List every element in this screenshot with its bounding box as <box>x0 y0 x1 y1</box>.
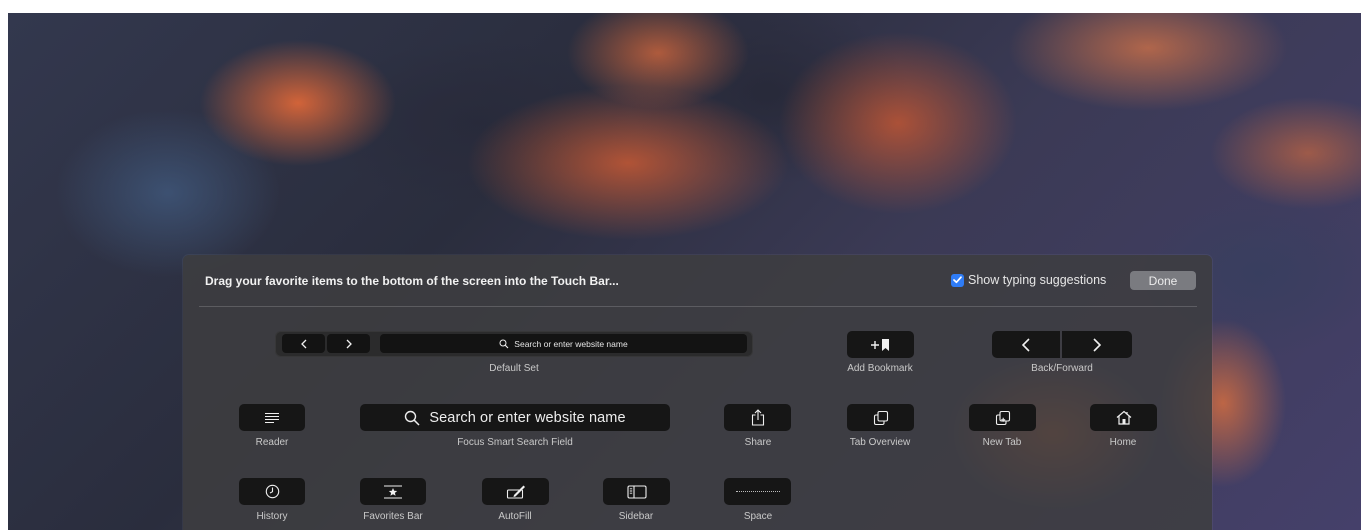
checkmark-icon <box>951 273 964 287</box>
history-label: History <box>256 511 288 522</box>
share-item[interactable] <box>724 404 791 431</box>
home-label: Home <box>1109 437 1137 448</box>
home-icon <box>1116 410 1131 425</box>
space-icon <box>735 491 780 492</box>
chevron-right-icon <box>1093 337 1101 352</box>
share-icon <box>751 409 764 426</box>
default-set-label: Default Set <box>489 363 539 374</box>
instruction-text: Drag your favorite items to the bottom o… <box>205 274 619 288</box>
touch-bar-customization-panel: Drag your favorite items to the bottom o… <box>183 255 1212 530</box>
autofill-icon <box>506 485 525 499</box>
forward-item[interactable] <box>1062 331 1132 358</box>
desktop-background: Drag your favorite items to the bottom o… <box>8 13 1361 530</box>
tab-overview-item[interactable] <box>847 404 914 431</box>
show-typing-suggestions-label: Show typing suggestions <box>968 273 1107 287</box>
back-forward-label: Back/Forward <box>1031 363 1093 374</box>
focus-smart-search-field-item[interactable]: Search or enter website name <box>360 404 670 431</box>
add-bookmark-label: Add Bookmark <box>847 363 913 374</box>
default-set-search-field: Search or enter website name <box>380 334 747 353</box>
new-tab-icon <box>995 410 1010 425</box>
reader-label: Reader <box>255 437 289 448</box>
chevron-right-icon <box>346 339 352 348</box>
favorites-bar-label: Favorites Bar <box>363 511 423 522</box>
divider <box>199 306 1197 307</box>
default-set-back-key <box>282 334 325 353</box>
space-item[interactable] <box>724 478 791 505</box>
search-icon <box>499 339 509 348</box>
autofill-label: AutoFill <box>498 511 532 522</box>
focus-search-placeholder: Search or enter website name <box>429 409 626 426</box>
sidebar-icon <box>626 484 647 499</box>
tab-overview-label: Tab Overview <box>849 437 911 448</box>
reader-icon <box>265 412 279 423</box>
share-label: Share <box>744 437 772 448</box>
default-set-search-placeholder: Search or enter website name <box>514 338 628 349</box>
done-button[interactable]: Done <box>1130 271 1196 290</box>
history-item[interactable] <box>239 478 305 505</box>
sidebar-label: Sidebar <box>618 511 654 522</box>
default-set-strip[interactable]: Search or enter website name <box>275 331 753 357</box>
autofill-item[interactable] <box>482 478 549 505</box>
add-bookmark-icon <box>870 338 889 351</box>
chevron-left-icon <box>300 339 306 348</box>
clock-icon <box>265 484 279 499</box>
favorites-bar-icon <box>384 484 402 499</box>
tab-overview-icon <box>873 410 888 425</box>
new-tab-item[interactable] <box>969 404 1036 431</box>
add-bookmark-item[interactable] <box>847 331 914 358</box>
search-icon <box>405 410 420 426</box>
focus-smart-search-field-label: Focus Smart Search Field <box>457 437 573 448</box>
back-item[interactable] <box>992 331 1060 358</box>
show-typing-suggestions-checkbox[interactable]: Show typing suggestions <box>951 273 1106 287</box>
sidebar-item[interactable] <box>603 478 670 505</box>
home-item[interactable] <box>1090 404 1157 431</box>
space-label: Space <box>743 511 773 522</box>
favorites-bar-item[interactable] <box>360 478 426 505</box>
default-set-forward-key <box>327 334 370 353</box>
new-tab-label: New Tab <box>982 437 1022 448</box>
chevron-left-icon <box>1022 337 1030 352</box>
reader-item[interactable] <box>239 404 305 431</box>
